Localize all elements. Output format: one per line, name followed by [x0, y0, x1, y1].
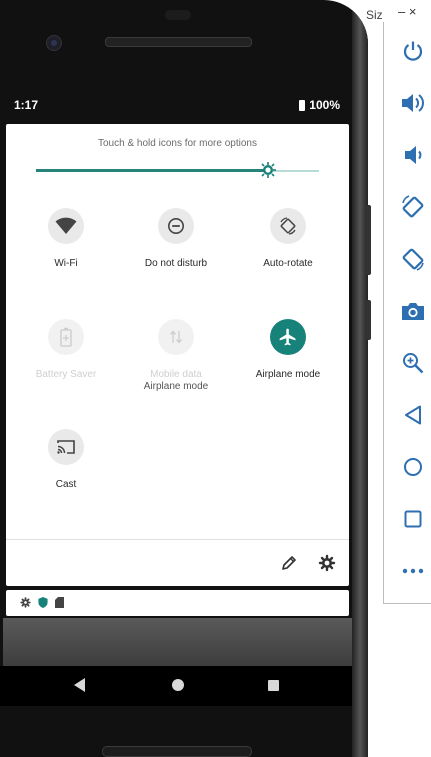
qs-footer-divider	[6, 539, 349, 540]
tile-label: Wi-Fi	[54, 258, 78, 269]
tile-icon-bg	[158, 319, 194, 355]
phone-edge	[352, 0, 368, 757]
mobile-data-icon	[169, 330, 183, 344]
nav-back-icon[interactable]	[74, 678, 86, 692]
volume-rocker	[366, 205, 371, 275]
camera-icon	[402, 303, 424, 320]
phone-frame: 1:17 100% Touch & hold icons for more op…	[0, 0, 368, 757]
tile-do-not-disturb[interactable]: Do not disturb	[121, 208, 231, 270]
phone-sensor	[165, 10, 191, 20]
tile-label: Airplane mode	[255, 369, 321, 380]
tile-battery-saver[interactable]: Battery Saver	[11, 319, 121, 381]
quick-settings-panel: Touch & hold icons for more options Wi-F…	[6, 124, 349, 586]
tile-sublabel: Airplane mode	[143, 381, 209, 392]
rotate-left-button[interactable]	[400, 194, 426, 220]
wifi-icon	[55, 217, 77, 234]
volume-up-button[interactable]	[400, 90, 426, 116]
power-icon	[403, 41, 423, 61]
settings-gear-icon[interactable]	[318, 554, 336, 572]
tile-airplane-mode[interactable]: Airplane mode	[233, 319, 343, 381]
front-camera	[46, 35, 62, 51]
tile-mobile-data[interactable]: Mobile data Airplane mode	[121, 319, 231, 393]
qs-hint: Touch & hold icons for more options	[98, 138, 257, 149]
edit-pencil-icon[interactable]	[280, 554, 298, 572]
window-controls[interactable]: – ×	[398, 4, 416, 19]
status-battery: 100%	[299, 98, 340, 112]
notification-icons	[20, 597, 64, 608]
tile-cast[interactable]: Cast	[11, 429, 121, 491]
status-time: 1:17	[14, 98, 39, 112]
power-button[interactable]	[400, 38, 426, 64]
volume-down-icon	[405, 146, 422, 164]
battery-saver-icon	[60, 327, 72, 347]
tile-icon-bg	[270, 319, 306, 355]
tile-label: Mobile data	[150, 369, 202, 380]
nav-recents-icon[interactable]	[268, 680, 279, 691]
overview-icon	[404, 510, 422, 528]
tile-icon-bg	[48, 208, 84, 244]
volume-up-icon	[402, 94, 424, 112]
overview-button[interactable]	[400, 506, 426, 532]
more-button[interactable]	[400, 558, 426, 584]
shield-icon	[38, 597, 48, 608]
home-icon	[404, 458, 422, 476]
home-button[interactable]	[400, 454, 426, 480]
settings-notification-icon	[20, 597, 31, 608]
screenshot-button[interactable]	[400, 298, 426, 324]
tile-icon-bg	[270, 208, 306, 244]
nav-home-icon[interactable]	[172, 679, 184, 691]
tile-wifi[interactable]: Wi-Fi	[11, 208, 121, 270]
brightness-slider[interactable]	[36, 162, 319, 178]
brightness-thumb-icon[interactable]	[260, 162, 276, 178]
battery-percent: 100%	[309, 98, 340, 112]
rotate-right-icon	[402, 248, 424, 271]
tile-label: Cast	[55, 479, 77, 490]
tile-label: Battery Saver	[35, 369, 97, 380]
back-button[interactable]	[400, 402, 426, 428]
rotate-left-icon	[402, 195, 424, 218]
sd-card-icon	[55, 597, 64, 608]
back-icon	[405, 405, 421, 425]
status-bar: 1:17 100%	[0, 92, 352, 116]
tile-auto-rotate[interactable]: Auto-rotate	[233, 208, 343, 270]
volume-down-button[interactable]	[400, 142, 426, 168]
auto-rotate-icon	[280, 217, 296, 235]
do-not-disturb-icon	[168, 218, 184, 234]
tile-label: Auto-rotate	[263, 258, 313, 269]
app-background-scrim	[3, 618, 352, 666]
tile-icon-bg	[48, 319, 84, 355]
earpiece-speaker	[105, 37, 252, 47]
navigation-bar	[0, 666, 352, 706]
slider-fill	[36, 169, 268, 172]
bottom-speaker	[102, 746, 252, 757]
emulator-toolbar	[383, 22, 431, 604]
notification-shade-strip[interactable]	[6, 590, 349, 616]
more-icon	[402, 568, 424, 574]
rotate-right-button[interactable]	[400, 246, 426, 272]
zoom-icon	[403, 353, 424, 374]
battery-icon	[299, 99, 306, 111]
emulator-window-title: Siz	[366, 8, 383, 22]
tile-icon-bg	[48, 429, 84, 465]
tile-label: Do not disturb	[144, 258, 208, 269]
cast-icon	[57, 440, 75, 454]
tile-icon-bg	[158, 208, 194, 244]
side-power-button	[366, 300, 371, 340]
zoom-button[interactable]	[400, 350, 426, 376]
airplane-icon	[279, 328, 296, 346]
